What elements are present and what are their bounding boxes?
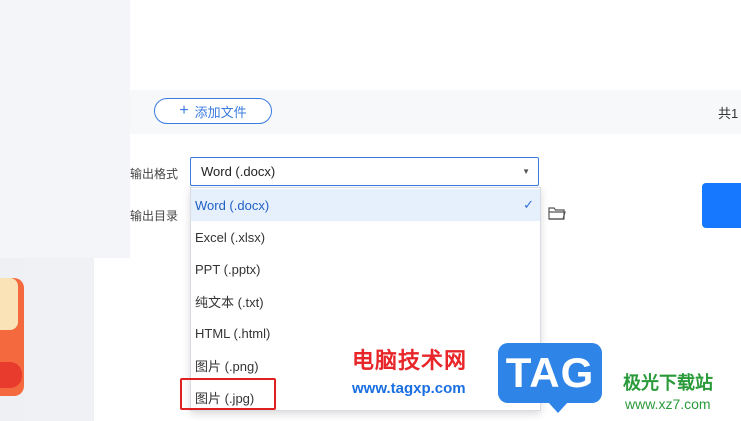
add-file-button[interactable]: + 添加文件 [154, 98, 272, 124]
format-option-label: HTML (.html) [195, 325, 271, 341]
output-format-select[interactable]: Word (.docx) ▼ [190, 157, 539, 186]
output-format-label: 输出格式 [130, 167, 179, 181]
side-gray-panel [24, 258, 94, 421]
file-count-text: 共1 [718, 106, 739, 121]
promo-card-top [0, 278, 18, 330]
format-option-label: 纯文本 (.txt) [195, 294, 264, 310]
add-file-label: 添加文件 [194, 104, 247, 120]
format-option-excel[interactable]: Excel (.xlsx) [191, 221, 540, 253]
format-option-txt[interactable]: 纯文本 (.txt) [191, 285, 540, 317]
selected-format-value: Word (.docx) [201, 164, 276, 179]
format-option-label: Word (.docx) [195, 197, 270, 213]
start-convert-button[interactable] [702, 183, 741, 228]
jpg-highlight-annotation [180, 378, 276, 410]
format-option-label: PPT (.pptx) [195, 261, 261, 277]
tag-logo: TAG [498, 343, 602, 413]
partner-url: www.xz7.com [625, 396, 711, 412]
watermark-site-name: 电脑技术网 [352, 348, 468, 373]
check-icon: ✓ [523, 197, 534, 212]
format-option-ppt[interactable]: PPT (.pptx) [191, 253, 540, 285]
output-dir-label: 输出目录 [130, 209, 179, 223]
promo-card-button[interactable] [0, 362, 22, 388]
format-option-word[interactable]: Word (.docx) ✓ [191, 189, 540, 221]
format-option-label: Excel (.xlsx) [195, 229, 266, 245]
left-panel [0, 0, 130, 258]
folder-icon[interactable] [548, 206, 566, 220]
plus-icon: + [179, 102, 189, 119]
format-option-label: 图片 (.png) [195, 358, 259, 374]
partner-name: 极光下载站 [623, 373, 713, 393]
watermark-site-url: www.tagxp.com [352, 380, 466, 397]
dropdown-caret-icon: ▼ [522, 167, 530, 176]
